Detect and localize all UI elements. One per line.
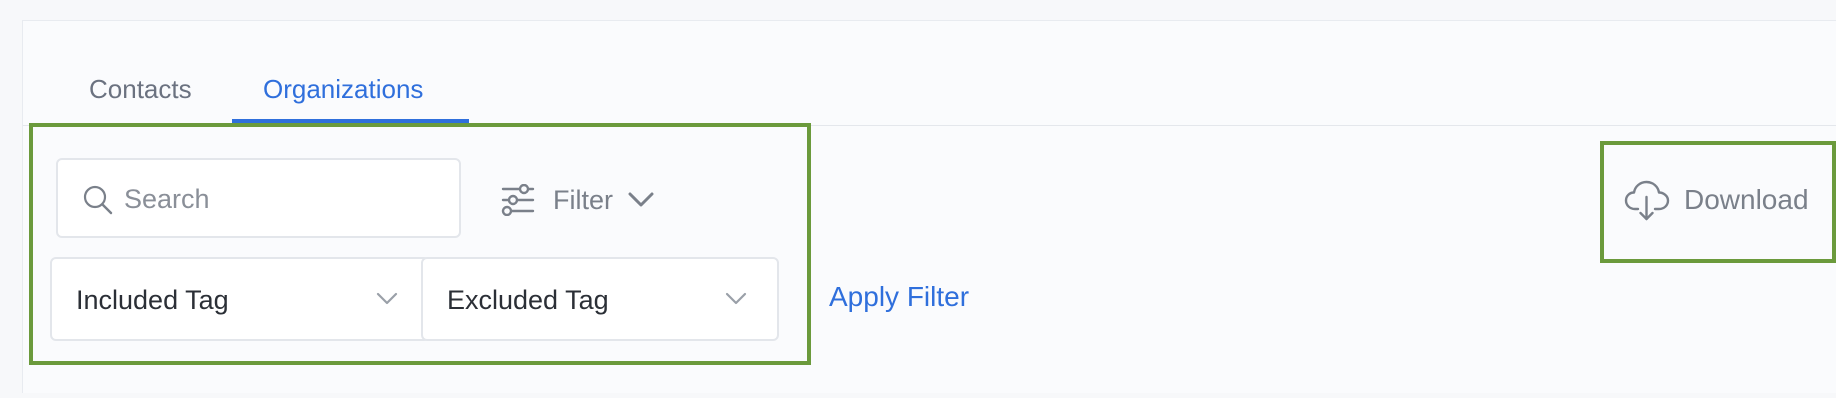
filter-button[interactable]: Filter xyxy=(501,176,655,224)
tab-contacts[interactable]: Contacts xyxy=(89,74,192,105)
search-icon xyxy=(83,185,113,215)
download-button[interactable]: Download xyxy=(1624,177,1809,223)
filter-label: Filter xyxy=(553,184,613,215)
tab-organizations[interactable]: Organizations xyxy=(263,74,423,105)
download-label: Download xyxy=(1684,184,1809,215)
excluded-tag-select[interactable]: Excluded Tag xyxy=(421,257,779,341)
cloud-download-icon xyxy=(1624,180,1670,221)
search-field[interactable] xyxy=(56,158,461,238)
included-tag-label: Included Tag xyxy=(76,285,229,315)
sliders-icon xyxy=(501,184,535,216)
apply-filter-link[interactable]: Apply Filter xyxy=(829,281,969,313)
chevron-down-icon xyxy=(628,192,654,207)
included-tag-select[interactable]: Included Tag xyxy=(50,257,430,341)
chevron-down-icon xyxy=(376,292,398,305)
search-input[interactable] xyxy=(122,178,446,220)
chevron-down-icon xyxy=(725,292,747,305)
tab-bar: Contacts Organizations xyxy=(23,21,1836,126)
excluded-tag-label: Excluded Tag xyxy=(447,285,609,315)
organizations-panel: Contacts Organizations Filter Included T… xyxy=(22,20,1836,393)
